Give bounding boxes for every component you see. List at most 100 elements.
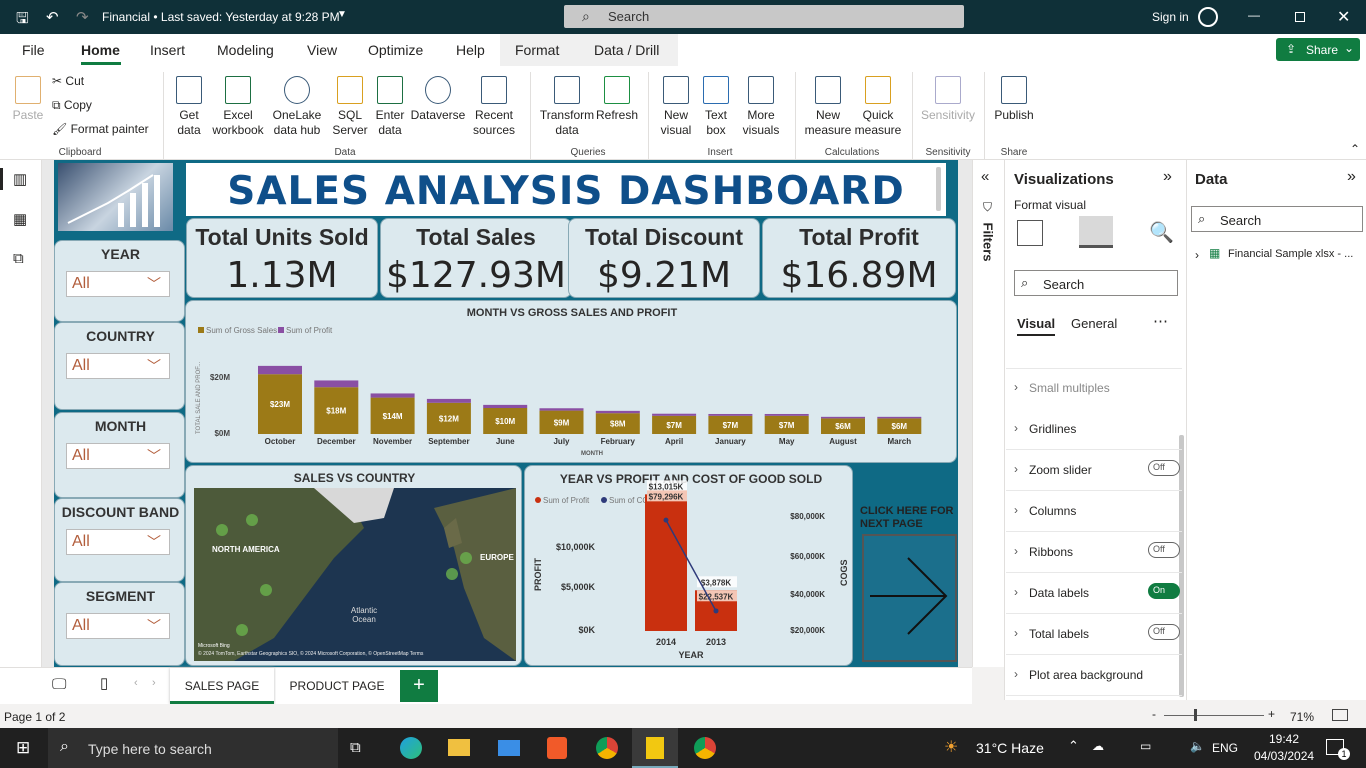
table-view-icon[interactable]: ▦ — [13, 210, 27, 228]
tab-modeling[interactable]: Modeling — [217, 42, 274, 58]
bar-chart-card[interactable]: MONTH VS GROSS SALES AND PROFIT Sum of Gr… — [185, 300, 957, 463]
get-data-button[interactable]: Get data — [168, 76, 210, 138]
copy-button[interactable]: ⧉ Copy — [52, 98, 92, 113]
search-input[interactable]: ⌕ Search — [564, 5, 964, 28]
tab-general[interactable]: General — [1071, 316, 1117, 331]
enter-data-button[interactable]: Enter data — [372, 76, 408, 138]
tab-view[interactable]: View — [307, 42, 337, 58]
tab-file[interactable]: File — [22, 42, 45, 58]
format-row-zoom-slider[interactable]: › Zoom slider Off — [1006, 460, 1182, 491]
desktop-layout-icon[interactable]: 🖵 — [52, 676, 66, 693]
data-table-item[interactable]: Financial Sample xlsx - ... — [1228, 248, 1353, 260]
format-row-gridlines[interactable]: › Gridlines — [1006, 421, 1182, 450]
zoom-thumb[interactable] — [1194, 709, 1197, 721]
slicer-dropdown[interactable]: All ﹀ — [66, 613, 170, 639]
brave-icon[interactable] — [547, 737, 567, 759]
more-options-icon[interactable]: ⋯ — [1153, 312, 1168, 330]
bar-profit[interactable] — [708, 413, 753, 416]
viz-search-input[interactable]: ⌕ Search — [1014, 270, 1178, 296]
new-measure-button[interactable]: New measure — [802, 76, 854, 138]
slicer-dropdown[interactable]: All ﹀ — [66, 271, 170, 297]
bar-profit[interactable] — [539, 408, 584, 411]
bar-profit[interactable] — [258, 365, 302, 375]
sign-in-link[interactable]: Sign in — [1152, 10, 1189, 24]
chevron-up-icon[interactable]: ⌃ — [1068, 738, 1079, 754]
zoom-in-icon[interactable]: + — [1268, 707, 1275, 721]
tab-help[interactable]: Help — [456, 42, 485, 58]
map-card[interactable]: SALES VS COUNTRY NORTH AMERICA EUROPE At… — [185, 465, 522, 666]
chrome-profile-icon[interactable] — [694, 737, 716, 759]
format-row-ribbons[interactable]: › Ribbons Off — [1006, 542, 1182, 573]
toggle-switch[interactable]: On — [1148, 583, 1180, 599]
fit-to-page-icon[interactable] — [1332, 709, 1348, 721]
format-visual-icon[interactable] — [1079, 216, 1113, 248]
sql-server-button[interactable]: SQL Server — [328, 76, 372, 138]
chevron-down-icon[interactable]: ▼ — [337, 9, 347, 20]
slicer-dropdown[interactable]: All ﹀ — [66, 353, 170, 379]
scrollbar[interactable] — [936, 167, 941, 211]
year-chart-card[interactable]: YEAR VS PROFIT AND COST OF GOOD SOLD Sum … — [524, 465, 853, 666]
format-row-total-labels[interactable]: › Total labels Off — [1006, 624, 1182, 655]
quick-measure-button[interactable]: Quick measure — [852, 76, 904, 138]
kpi-card[interactable]: Total Units Sold 1.13M — [186, 218, 378, 298]
slicer-segment[interactable]: SEGMENT All ﹀ — [54, 582, 185, 666]
expand-icon[interactable]: » — [1347, 168, 1356, 186]
taskbar-search[interactable]: ⌕ Type here to search — [48, 728, 338, 768]
slicer-dropdown[interactable]: All ﹀ — [66, 529, 170, 555]
weather-text[interactable]: 31°C Haze — [976, 740, 1044, 756]
task-view-icon[interactable]: ⧉ — [350, 739, 361, 756]
clock-date[interactable]: 04/03/2024 — [1254, 749, 1314, 763]
cogs-point[interactable] — [713, 608, 719, 614]
add-page-button[interactable]: + — [400, 670, 438, 702]
analytics-icon[interactable]: 🔍 — [1149, 220, 1174, 245]
slicer-country[interactable]: COUNTRY All ﹀ — [54, 322, 185, 410]
paste-button[interactable]: Paste — [10, 76, 46, 123]
kpi-card[interactable]: Total Profit $16.89M — [762, 218, 956, 298]
mail-icon[interactable] — [498, 740, 520, 756]
bar-profit[interactable] — [426, 398, 471, 403]
clock-time[interactable]: 19:42 — [1264, 732, 1304, 746]
data-search-input[interactable]: ⌕ Search — [1191, 206, 1363, 232]
map-area[interactable]: NORTH AMERICA EUROPE Atlantic Ocean Micr… — [194, 488, 516, 661]
report-view-icon[interactable]: ▥ — [13, 170, 27, 188]
network-icon[interactable]: ☁ — [1092, 739, 1104, 753]
transform-data-button[interactable]: Transform data — [538, 76, 596, 138]
avatar-icon[interactable] — [1198, 7, 1218, 27]
slicer-month[interactable]: MONTH All ﹀ — [54, 412, 185, 498]
maximize-icon[interactable] — [1295, 12, 1305, 22]
save-icon[interactable]: 🖫 — [16, 8, 29, 33]
format-row-columns[interactable]: › Columns — [1006, 503, 1182, 532]
battery-icon[interactable]: ▭ — [1140, 739, 1151, 753]
dataverse-button[interactable]: Dataverse — [410, 76, 466, 123]
build-visual-icon[interactable] — [1017, 220, 1043, 246]
powerbi-taskbar-button[interactable] — [632, 728, 678, 768]
map-credit[interactable]: © 2024 TomTom, Earthstar Geographics SIO… — [198, 651, 514, 657]
cut-button[interactable]: ✂ Cut — [52, 74, 84, 88]
edge-icon[interactable] — [400, 737, 422, 759]
toggle-switch[interactable]: Off — [1148, 542, 1180, 558]
format-row-data-labels[interactable]: › Data labels On — [1006, 583, 1182, 614]
bar-profit[interactable] — [821, 416, 865, 419]
kpi-card[interactable]: Total Sales $127.93M — [380, 218, 572, 298]
zoom-out-icon[interactable]: - — [1152, 707, 1156, 721]
slicer-discount-band[interactable]: DISCOUNT BAND All ﹀ — [54, 498, 185, 582]
windows-start-icon[interactable]: ⊞ — [16, 738, 30, 758]
toggle-switch[interactable]: Off — [1148, 460, 1180, 476]
format-painter-button[interactable]: 🖌 Format painter — [52, 122, 149, 136]
format-row-plot-area-background[interactable]: › Plot area background — [1006, 667, 1182, 696]
document-title[interactable]: Financial • Last saved: Yesterday at 9:2… — [102, 10, 340, 24]
filters-pane[interactable]: « ⛉ Filters — [972, 160, 1004, 667]
onelake-button[interactable]: OneLake data hub — [266, 76, 328, 138]
sensitivity-button[interactable]: Sensitivity — [918, 76, 978, 123]
tab-data-drill[interactable]: Data / Drill — [594, 42, 659, 58]
page-tab-product[interactable]: PRODUCT PAGE — [276, 668, 398, 704]
undo-icon[interactable]: ↶ — [46, 8, 59, 26]
bar-profit[interactable] — [652, 413, 697, 416]
zoom-slider[interactable] — [1164, 715, 1264, 716]
text-box-button[interactable]: Text box — [698, 76, 734, 138]
format-row-small-multiples[interactable]: › Small multiples — [1006, 368, 1182, 398]
collapse-ribbon-icon[interactable]: ⌃ — [1350, 142, 1360, 156]
share-button[interactable]: ⇪ Share ⌄ — [1276, 38, 1360, 61]
mobile-layout-icon[interactable]: ▯ — [100, 674, 108, 692]
model-view-icon[interactable]: ⧉ — [13, 250, 24, 267]
